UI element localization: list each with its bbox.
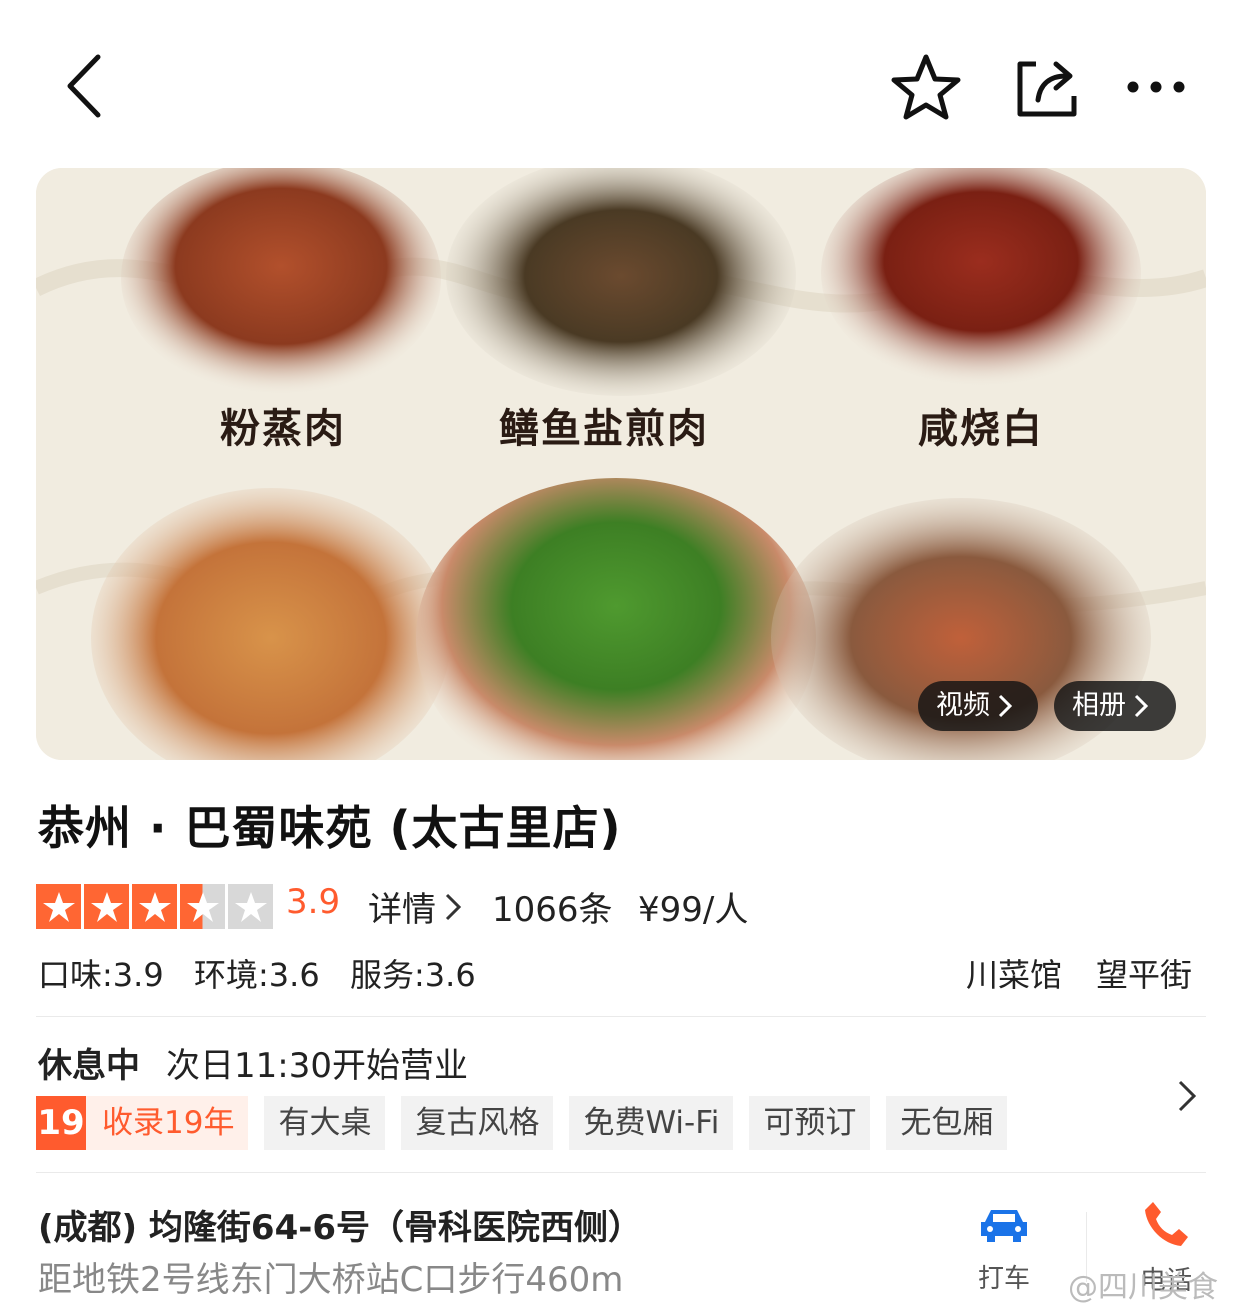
rating-score: 3.9 xyxy=(286,882,341,922)
divider xyxy=(36,1172,1206,1173)
more-dots-icon xyxy=(1127,81,1185,93)
car-icon xyxy=(981,1210,1027,1242)
divider xyxy=(36,1016,1206,1017)
star-icon xyxy=(132,884,177,929)
taxi-label: 打车 xyxy=(977,1264,1030,1294)
video-label: 视频 xyxy=(936,690,990,721)
tag-item: 可预订 xyxy=(749,1096,871,1150)
hero-photo[interactable]: 粉蒸肉 鳝鱼盐煎肉 咸烧白 xyxy=(36,168,1206,760)
tag-item: 有大桌 xyxy=(264,1096,386,1150)
video-button[interactable]: 视频 xyxy=(918,681,1038,731)
area-link[interactable]: 望平街 xyxy=(1096,950,1192,996)
service-score: 服务:3.6 xyxy=(350,956,476,994)
shop-address[interactable]: (成都) 均隆街64-6号（骨科医院西侧） xyxy=(38,1200,642,1249)
taste-score: 口味:3.9 xyxy=(38,956,164,994)
half-star-icon xyxy=(180,884,225,929)
hours-detail-button[interactable] xyxy=(1176,1078,1206,1118)
chevron-right-icon xyxy=(1178,1080,1197,1112)
chevron-right-icon xyxy=(1134,694,1148,718)
tag-item: 复古风格 xyxy=(401,1096,554,1150)
food-collage-image xyxy=(36,168,1206,760)
watermark-text: @四川美食 xyxy=(1068,1270,1218,1305)
star-icon xyxy=(84,884,129,929)
dish-label: 鳝鱼盐煎肉 xyxy=(499,405,709,452)
tag-item: 无包厢 xyxy=(886,1096,1008,1150)
star-rating xyxy=(36,884,273,929)
tag-item: 免费Wi-Fi xyxy=(569,1096,734,1150)
share-icon xyxy=(1017,61,1077,117)
chevron-right-icon xyxy=(445,893,462,920)
back-button[interactable] xyxy=(54,50,114,122)
album-button[interactable]: 相册 xyxy=(1054,681,1176,731)
category-link[interactable]: 川菜馆 xyxy=(966,950,1062,996)
dish-label: 咸烧白 xyxy=(918,405,1044,452)
years-badge-text: 收录19年 xyxy=(102,1105,235,1141)
more-button[interactable] xyxy=(1124,70,1188,104)
taxi-button[interactable]: 打车 xyxy=(968,1204,1040,1294)
avg-price: ¥99/人 xyxy=(638,890,749,930)
phone-icon xyxy=(1145,1202,1188,1246)
years-badge: 19 收录19年 xyxy=(36,1096,249,1150)
share-button[interactable] xyxy=(1012,52,1082,122)
metro-distance: 距地铁2号线东门大桥站C口步行460m xyxy=(38,1260,624,1300)
chevron-right-icon xyxy=(998,694,1012,718)
environment-score: 环境:3.6 xyxy=(194,956,320,994)
business-status: 休息中 xyxy=(38,1046,140,1086)
details-label: 详情 xyxy=(368,890,436,930)
shop-name: 恭州 · 巴蜀味苑 (太古里店) xyxy=(38,801,622,855)
favorite-button[interactable] xyxy=(888,52,964,122)
star-outline-icon xyxy=(891,54,961,120)
opening-hours: 次日11:30开始营业 xyxy=(166,1046,468,1086)
feature-tags[interactable]: 19 收录19年 有大桌 复古风格 免费Wi-Fi 可预订 无包厢 xyxy=(36,1096,1008,1150)
review-count: 1066条 xyxy=(492,890,613,930)
chevron-left-icon xyxy=(67,54,101,118)
album-label: 相册 xyxy=(1072,690,1126,721)
details-link[interactable]: 详情 xyxy=(368,882,462,931)
star-empty-icon xyxy=(228,884,273,929)
star-icon xyxy=(36,884,81,929)
years-badge-number: 19 xyxy=(36,1096,86,1150)
